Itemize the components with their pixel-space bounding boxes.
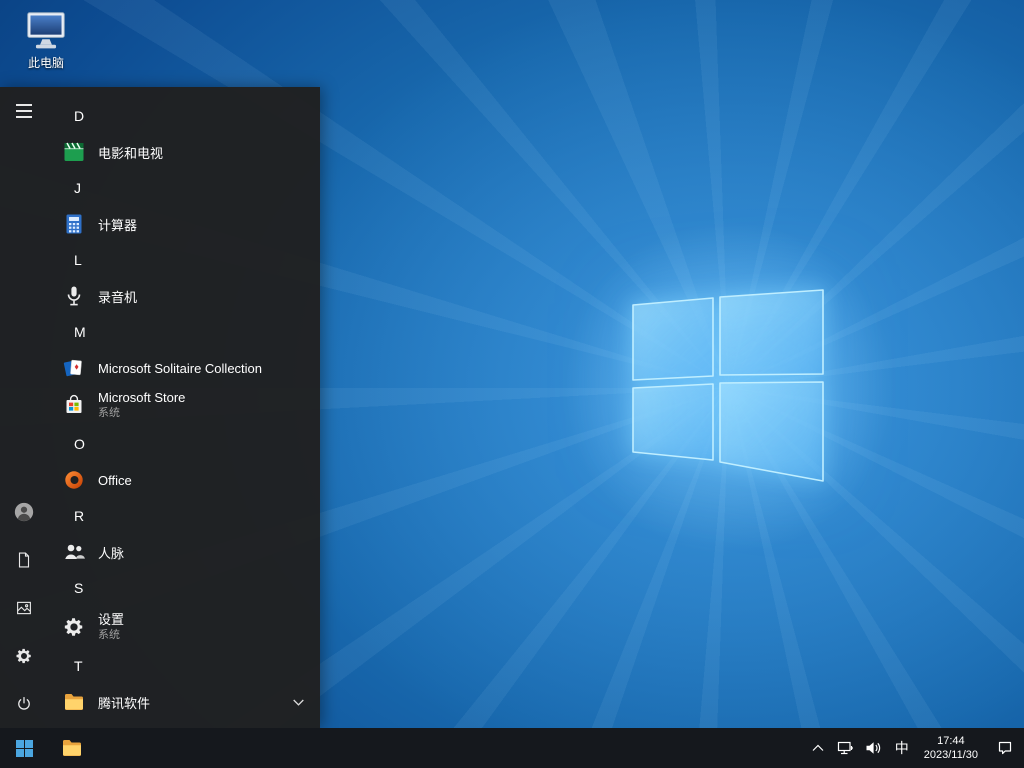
section-letter-t[interactable]: T <box>48 647 320 685</box>
app-settings[interactable]: 设置 系统 <box>48 607 320 647</box>
taskbar: 中 17:44 2023/11/30 <box>0 728 1024 768</box>
chevron-up-icon <box>812 744 824 752</box>
hamburger-icon <box>16 104 32 118</box>
gear-icon <box>62 615 86 639</box>
start-menu-app-list: D 电影和电视 J <box>48 87 320 728</box>
this-pc-icon <box>24 10 68 52</box>
app-label: 电影和电视 <box>98 143 163 162</box>
tray-ime-indicator[interactable]: 中 <box>888 728 916 768</box>
app-solitaire[interactable]: Microsoft Solitaire Collection <box>48 351 320 385</box>
tray-show-hidden-icons[interactable] <box>804 728 832 768</box>
windows-hero-logo <box>632 289 824 483</box>
section-letter-w[interactable]: W <box>48 719 320 728</box>
action-center-button[interactable] <box>986 728 1024 768</box>
section-letter-d[interactable]: D <box>48 97 320 135</box>
movies-tv-icon <box>62 140 86 164</box>
tray-network[interactable] <box>832 728 860 768</box>
desktop-icon-label: 此电脑 <box>28 54 64 71</box>
chevron-down-icon <box>293 693 304 711</box>
network-icon <box>837 740 854 756</box>
section-letter-s[interactable]: S <box>48 569 320 607</box>
app-calculator[interactable]: 计算器 <box>48 207 320 241</box>
store-icon <box>62 393 86 417</box>
app-sublabel: 系统 <box>98 407 185 420</box>
file-explorer-icon <box>60 736 84 760</box>
app-sublabel: 系统 <box>98 629 124 642</box>
app-label: 人脉 <box>98 543 124 562</box>
app-voice-recorder[interactable]: 录音机 <box>48 279 320 313</box>
app-people[interactable]: 人脉 <box>48 535 320 569</box>
app-label: 腾讯软件 <box>98 693 150 712</box>
desktop-screen: 此电脑 <box>0 0 1024 768</box>
documents-button[interactable] <box>0 536 48 584</box>
section-letter-o[interactable]: O <box>48 425 320 463</box>
app-label: Microsoft Store <box>98 391 185 406</box>
user-avatar-icon <box>13 501 35 523</box>
section-letter-r[interactable]: R <box>48 497 320 535</box>
power-button[interactable] <box>0 680 48 728</box>
app-folder-tencent[interactable]: 腾讯软件 <box>48 685 320 719</box>
pictures-icon <box>15 599 33 617</box>
app-movies-tv[interactable]: 电影和电视 <box>48 135 320 169</box>
section-letter-m[interactable]: M <box>48 313 320 351</box>
calculator-icon <box>62 212 86 236</box>
voice-recorder-icon <box>62 284 86 308</box>
gear-icon <box>15 647 33 665</box>
app-office[interactable]: Office <box>48 463 320 497</box>
windows-logo-icon <box>16 740 33 757</box>
start-menu: D 电影和电视 J <box>0 87 320 728</box>
file-explorer-button[interactable] <box>48 728 96 768</box>
tray-clock[interactable]: 17:44 2023/11/30 <box>916 728 986 768</box>
user-account-button[interactable] <box>0 488 48 536</box>
start-button[interactable] <box>0 728 48 768</box>
app-label: 录音机 <box>98 287 137 306</box>
power-icon <box>15 695 33 713</box>
tray-volume[interactable] <box>860 728 888 768</box>
system-tray: 中 17:44 2023/11/30 <box>804 728 1024 768</box>
app-label: 设置 <box>98 613 124 628</box>
app-microsoft-store[interactable]: Microsoft Store 系统 <box>48 385 320 425</box>
app-label: 计算器 <box>98 215 137 234</box>
desktop-icon-this-pc[interactable]: 此电脑 <box>8 10 84 71</box>
clock-time: 17:44 <box>937 734 965 748</box>
people-icon <box>62 540 86 564</box>
documents-icon <box>15 551 33 569</box>
clock-date: 2023/11/30 <box>924 748 978 762</box>
solitaire-icon <box>62 356 86 380</box>
start-menu-rail <box>0 87 48 728</box>
speaker-icon <box>865 740 882 756</box>
pictures-button[interactable] <box>0 584 48 632</box>
settings-button[interactable] <box>0 632 48 680</box>
expand-menu-button[interactable] <box>0 87 48 135</box>
section-letter-j[interactable]: J <box>48 169 320 207</box>
app-label: Office <box>98 473 132 488</box>
app-label: Microsoft Solitaire Collection <box>98 361 262 376</box>
section-letter-l[interactable]: L <box>48 241 320 279</box>
folder-icon <box>62 690 86 714</box>
action-center-icon <box>997 740 1013 756</box>
office-icon <box>62 468 86 492</box>
